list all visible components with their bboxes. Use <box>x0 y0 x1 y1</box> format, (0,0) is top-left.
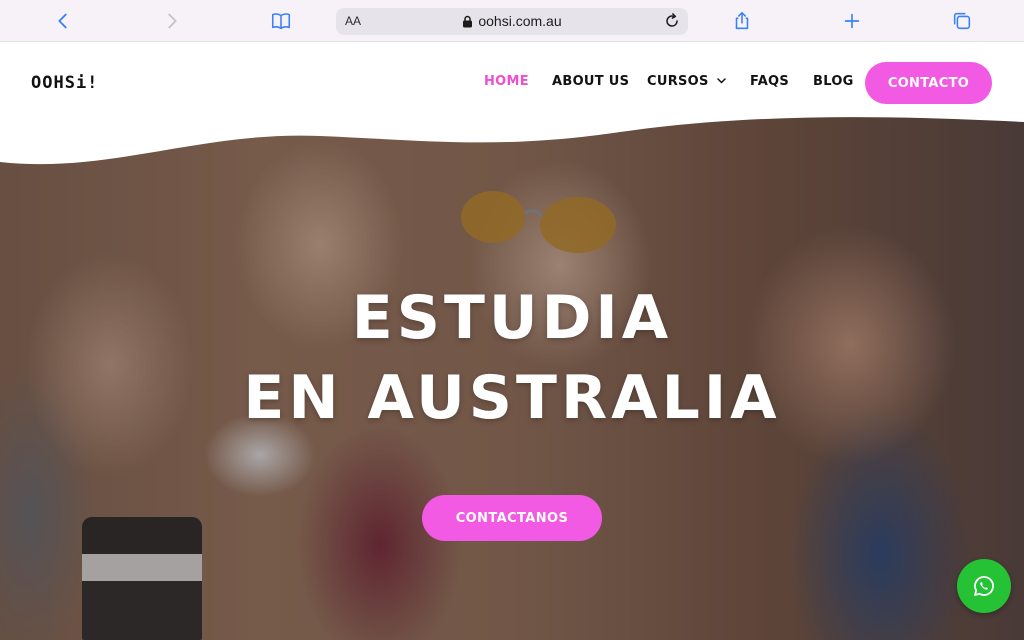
forward-button[interactable] <box>158 8 186 34</box>
reload-icon[interactable] <box>662 11 682 31</box>
hero-wave-divider <box>0 115 1024 165</box>
nav-faqs[interactable]: FAQS <box>750 74 789 89</box>
share-button[interactable] <box>728 8 756 34</box>
nav-about-us[interactable]: ABOUT US <box>552 74 629 89</box>
whatsapp-button[interactable] <box>957 559 1011 613</box>
hero-title-line-1: ESTUDIA <box>351 283 673 353</box>
nav-home[interactable]: HOME <box>484 74 529 89</box>
share-icon <box>735 11 749 30</box>
nav-blog[interactable]: BLOG <box>813 74 854 89</box>
back-icon <box>58 13 67 29</box>
contacto-button[interactable]: CONTACTO <box>865 62 992 104</box>
bookmarks-button[interactable] <box>267 8 295 34</box>
chevron-down-icon <box>716 78 726 84</box>
address-bar[interactable]: AA oohsi.com.au <box>336 8 688 35</box>
back-button[interactable] <box>49 8 77 34</box>
contactanos-button[interactable]: CONTACTANOS <box>422 495 602 541</box>
nav-cursos[interactable]: CURSOS <box>647 74 726 89</box>
nav-cursos-label: CURSOS <box>647 74 709 89</box>
hero-section: ESTUDIA EN AUSTRALIA CONTACTANOS <box>0 115 1024 640</box>
tabs-icon <box>953 12 971 30</box>
new-tab-button[interactable] <box>838 8 866 34</box>
new-tab-icon <box>844 13 860 29</box>
site-logo[interactable]: OOHSi! <box>31 73 98 93</box>
site-header: OOHSi! HOME ABOUT US CURSOS FAQS BLOG CO… <box>0 43 1024 121</box>
forward-icon <box>168 13 177 29</box>
lock-icon <box>463 15 473 28</box>
tabs-overview-button[interactable] <box>948 8 976 34</box>
hero-title-line-2: EN AUSTRALIA <box>243 363 781 433</box>
bookmarks-icon <box>271 13 291 30</box>
url-text: oohsi.com.au <box>478 13 562 29</box>
url-display[interactable]: oohsi.com.au <box>336 13 688 29</box>
whatsapp-icon <box>974 576 994 596</box>
browser-toolbar: AA oohsi.com.au <box>0 0 1024 42</box>
